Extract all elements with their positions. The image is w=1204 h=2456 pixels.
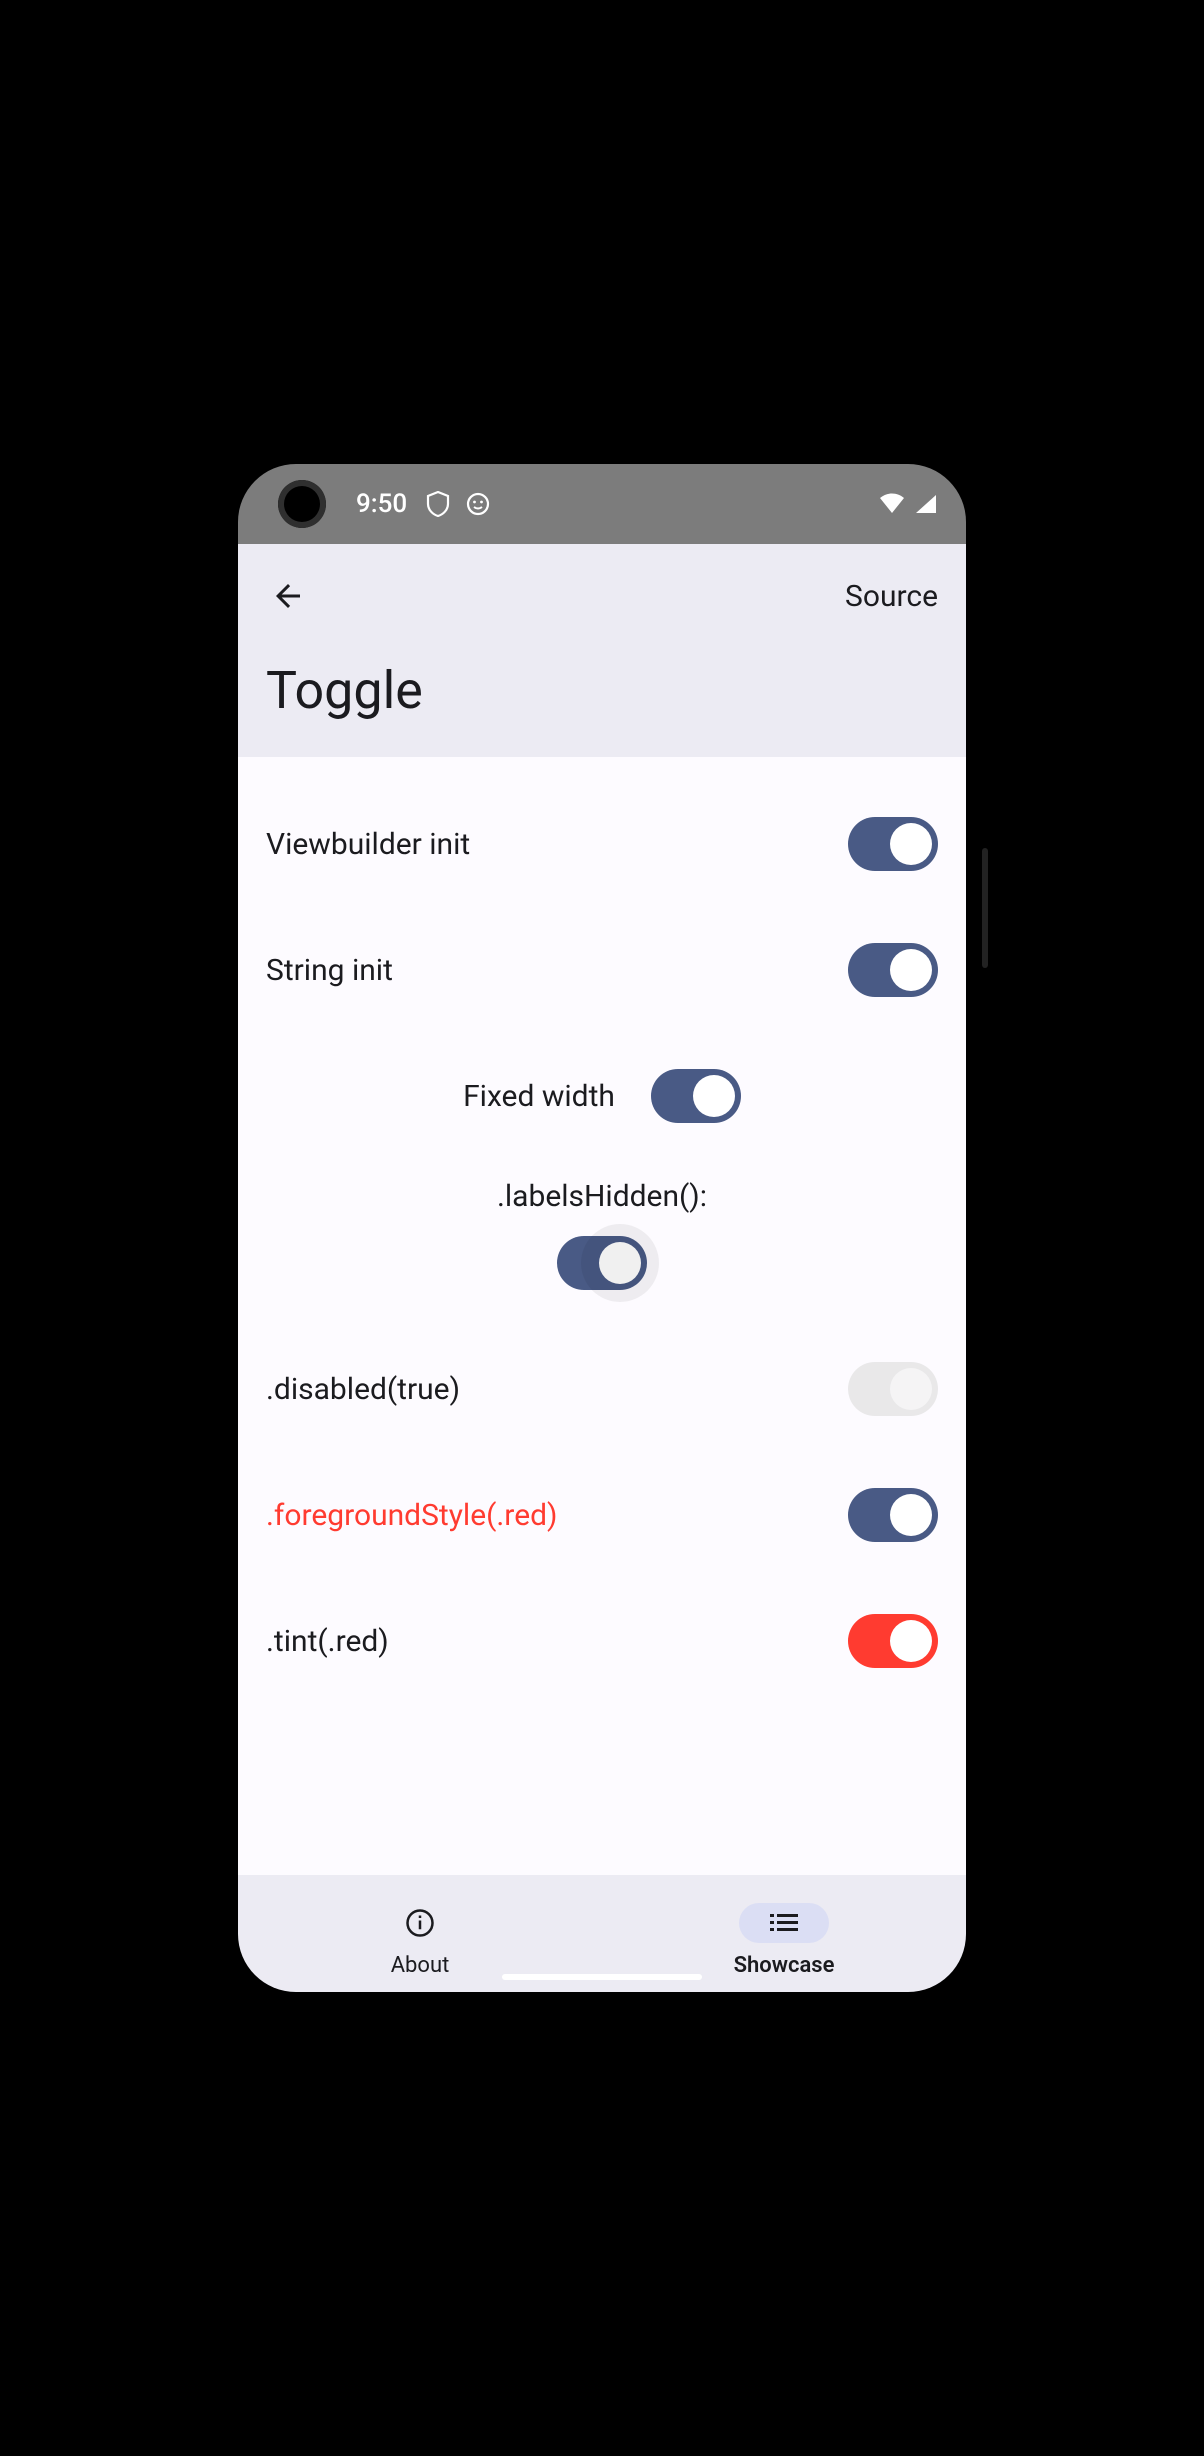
toggle-viewbuilder[interactable] bbox=[848, 817, 938, 871]
face-icon bbox=[465, 491, 491, 517]
front-camera bbox=[278, 480, 326, 528]
page-title: Toggle bbox=[266, 660, 938, 721]
toggle-string-init[interactable] bbox=[848, 943, 938, 997]
label-string-init: String init bbox=[266, 953, 393, 988]
toggle-tint[interactable] bbox=[848, 1614, 938, 1668]
source-button[interactable]: Source bbox=[845, 579, 938, 614]
label-fixed-width: Fixed width bbox=[463, 1079, 615, 1114]
row-disabled: .disabled(true) bbox=[266, 1326, 938, 1452]
row-labels-hidden: .labelsHidden(): bbox=[266, 1159, 938, 1326]
power-button[interactable] bbox=[982, 848, 988, 968]
arrow-left-icon bbox=[270, 578, 306, 614]
shield-icon bbox=[425, 491, 451, 517]
phone-frame: 9:50 Source bbox=[222, 448, 982, 2008]
status-time: 9:50 bbox=[356, 489, 407, 519]
label-disabled: .disabled(true) bbox=[266, 1372, 460, 1407]
row-fixed-width: Fixed width bbox=[266, 1033, 938, 1159]
app-header: Source Toggle bbox=[238, 544, 966, 757]
toggle-fixed-width[interactable] bbox=[651, 1069, 741, 1123]
screen: 9:50 Source bbox=[238, 464, 966, 1992]
row-string-init: String init bbox=[266, 907, 938, 1033]
row-foreground-style: .foregroundStyle(.red) bbox=[266, 1452, 938, 1578]
gesture-bar bbox=[502, 1974, 702, 1980]
toggle-foreground-style[interactable] bbox=[848, 1488, 938, 1542]
list-icon bbox=[768, 1911, 800, 1935]
status-bar: 9:50 bbox=[238, 464, 966, 544]
wifi-icon bbox=[878, 493, 906, 515]
back-button[interactable] bbox=[266, 574, 310, 618]
cellular-icon bbox=[914, 493, 938, 515]
label-viewbuilder: Viewbuilder init bbox=[266, 827, 470, 862]
toggle-disabled bbox=[848, 1362, 938, 1416]
row-tint: .tint(.red) bbox=[266, 1578, 938, 1704]
label-tint: .tint(.red) bbox=[266, 1624, 389, 1659]
label-foreground-style: .foregroundStyle(.red) bbox=[266, 1498, 557, 1533]
toggle-labels-hidden[interactable] bbox=[557, 1236, 647, 1290]
row-viewbuilder: Viewbuilder init bbox=[266, 781, 938, 907]
info-icon bbox=[405, 1908, 435, 1938]
content-area: Viewbuilder init String init Fixed width… bbox=[238, 757, 966, 1875]
label-labels-hidden: .labelsHidden(): bbox=[497, 1179, 707, 1214]
gesture-area[interactable] bbox=[238, 1974, 966, 1980]
